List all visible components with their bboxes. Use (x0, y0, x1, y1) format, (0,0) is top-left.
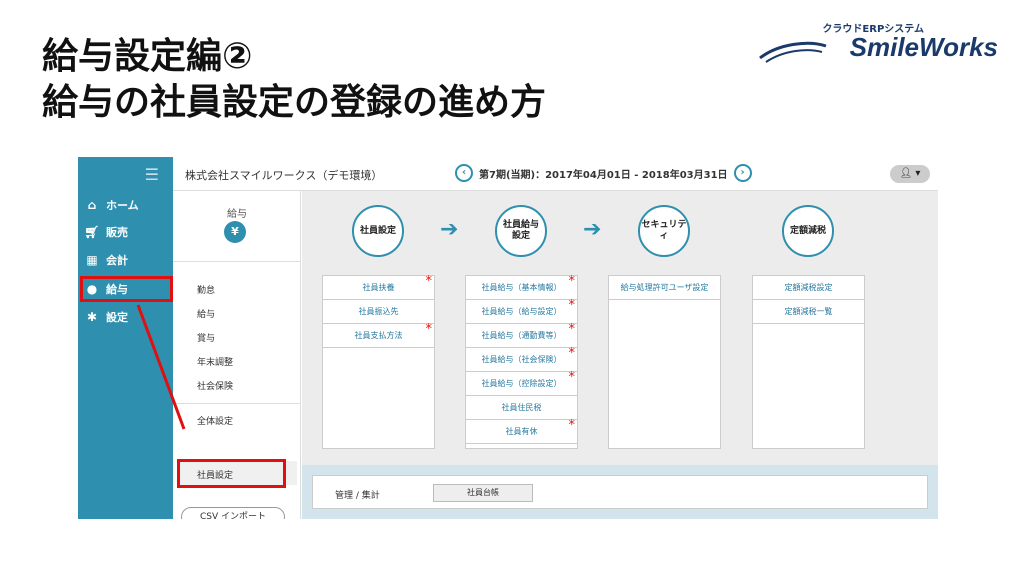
required-mark: * (568, 298, 576, 313)
cell-label: 社員給与（控除設定） (481, 379, 562, 388)
link-employee-bank[interactable]: 社員振込先 (323, 300, 434, 324)
step-employee-salary-settings: 社員給与 設定 (495, 205, 547, 257)
link-employee-payment-method[interactable]: 社員支払方法 * (323, 322, 434, 348)
management-panel: 管理 / 集計 社員台帳 (312, 475, 928, 509)
required-mark: * (568, 274, 576, 289)
subnav-item-attendance[interactable]: 勤怠 (197, 283, 215, 296)
column-employee-salary: 社員給与（基本情報） * 社員給与（給与設定） * 社員給与（通勤費等） * 社員給与… (465, 274, 578, 449)
topbar: 株式会社スマイルワークス（デモ環境） ‹ 第7期(当期)：2017年04月01日… (173, 157, 938, 191)
slide-title-line2: 給与の社員設定の登録の進め方 (42, 82, 547, 123)
link-payroll-permission-users[interactable]: 給与処理許可ユーザ設定 (609, 276, 720, 300)
gear-icon: ✱ (86, 310, 98, 324)
subnav-item-salary[interactable]: 給与 (197, 307, 215, 320)
period-label: 第7期(当期)：2017年04月01日 - 2018年03月31日 (479, 169, 728, 181)
step-fixed-tax-reduction: 定額減税 (782, 205, 834, 257)
home-icon: ⌂ (87, 198, 97, 212)
subnav-title: 給与 (227, 209, 247, 220)
arrow-right-icon: ➔ (583, 217, 602, 242)
employee-ledger-button[interactable]: 社員台帳 (433, 484, 533, 502)
sidebar-item-accounting[interactable]: ▦ 会計 (84, 250, 128, 270)
cell-label: 社員給与（通勤費等） (481, 331, 562, 340)
sidebar-item-home[interactable]: ⌂ ホーム (84, 195, 139, 215)
link-salary-deductions[interactable]: 社員給与（控除設定） * (466, 370, 577, 396)
prev-period-icon[interactable]: ‹ (455, 164, 473, 182)
csv-import-button[interactable]: CSV インポート (181, 507, 285, 519)
logo-swoosh-icon (759, 41, 827, 63)
cell-label: 社員給与（社会保険） (481, 355, 562, 364)
cell-label: 給与処理許可ユーザ設定 (620, 283, 709, 292)
required-mark: * (568, 370, 576, 385)
cell-label: 社員住民税 (501, 403, 542, 412)
column-employee-settings: 社員扶養 * 社員振込先 社員支払方法 * (322, 274, 435, 449)
cell-label: 定額減税一覧 (784, 307, 833, 316)
required-mark: * (425, 274, 433, 289)
management-label: 管理 / 集計 (335, 491, 380, 501)
link-resident-tax[interactable]: 社員住民税 (466, 396, 577, 420)
link-salary-commute[interactable]: 社員給与（通勤費等） * (466, 322, 577, 348)
slide-title: 給与設定編② 給与の社員設定の登録の進め方 (42, 34, 546, 126)
sidebar-item-label: 設定 (106, 311, 128, 324)
cell-label: 社員振込先 (358, 307, 399, 316)
cell-label: 定額減税設定 (784, 283, 833, 292)
link-salary-settings[interactable]: 社員給与（給与設定） * (466, 298, 577, 324)
required-mark: * (568, 418, 576, 433)
user-menu-button[interactable]: 👤︎ ▾ (890, 165, 930, 183)
cell-label: 社員支払方法 (354, 331, 403, 340)
menu-icon[interactable]: ☰ (145, 165, 159, 184)
divider (173, 403, 301, 404)
sidebar-item-settings[interactable]: ✱ 設定 (84, 307, 128, 327)
column-security: 給与処理許可ユーザ設定 (608, 275, 721, 449)
subnav-item-year-end[interactable]: 年末調整 (197, 355, 233, 368)
column-fixed-tax-reduction: 定額減税設定 定額減税一覧 (752, 275, 865, 449)
cell-label: 社員給与（給与設定） (481, 307, 562, 316)
yen-bag-icon: ¥ (224, 221, 246, 243)
app-window: ☰ ⌂ ホーム 🛒︎ 販売 ▦ 会計 ● 給与 ✱ 設定 株式会社スマイルワーク… (78, 157, 938, 519)
step-security: セキュリティ (638, 205, 690, 257)
company-name: 株式会社スマイルワークス（デモ環境） (185, 169, 383, 182)
sidebar: ☰ ⌂ ホーム 🛒︎ 販売 ▦ 会計 ● 給与 ✱ 設定 (78, 157, 173, 519)
subnav-item-bonus[interactable]: 賞与 (197, 331, 215, 344)
slide-title-line1: 給与設定編② (42, 36, 253, 77)
required-mark: * (425, 322, 433, 337)
period-selector: ‹ 第7期(当期)：2017年04月01日 - 2018年03月31日 › (455, 164, 752, 182)
required-mark: * (568, 322, 576, 337)
subnav-item-general-settings[interactable]: 全体設定 (197, 414, 233, 427)
cell-label: 社員給与（基本情報） (481, 283, 562, 292)
next-period-icon[interactable]: › (733, 164, 752, 182)
sidebar-item-label: ホーム (106, 199, 139, 212)
required-mark: * (568, 346, 576, 361)
step-employee-settings: 社員設定 (352, 205, 404, 257)
link-fixed-tax-settings[interactable]: 定額減税設定 (753, 276, 864, 300)
workflow-area: 社員設定 ➔ 社員給与 設定 ➔ セキュリティ 定額減税 社員扶養 * 社員振込先… (302, 191, 938, 465)
link-salary-basic[interactable]: 社員給与（基本情報） * (466, 274, 577, 300)
link-employee-dependents[interactable]: 社員扶養 * (323, 274, 434, 300)
logo-name: SmileWorks (849, 32, 998, 62)
payroll-subnav: 給与 ¥ 勤怠 給与 賞与 年末調整 社会保険 全体設定 社員設定 CSV イン… (173, 191, 301, 519)
management-band: 管理 / 集計 社員台帳 (302, 465, 938, 519)
calculator-icon: ▦ (86, 253, 98, 267)
payroll-highlight-box (80, 276, 173, 302)
link-fixed-tax-list[interactable]: 定額減税一覧 (753, 300, 864, 324)
sidebar-item-sales[interactable]: 🛒︎ 販売 (84, 222, 128, 242)
sidebar-item-label: 会計 (106, 254, 128, 267)
employee-settings-highlight-box (177, 459, 286, 488)
smileworks-logo: クラウドERPシステム SmileWorks (758, 20, 998, 70)
link-paid-leave[interactable]: 社員有休 * (466, 418, 577, 444)
subnav-item-social-insurance[interactable]: 社会保険 (197, 379, 233, 392)
cell-label: 社員扶養 (362, 283, 395, 292)
arrow-right-icon: ➔ (440, 217, 459, 242)
divider (173, 261, 301, 262)
cart-icon: 🛒︎ (84, 225, 100, 239)
cell-label: 社員有休 (505, 427, 538, 436)
sidebar-item-label: 販売 (106, 226, 128, 239)
link-salary-social-insurance[interactable]: 社員給与（社会保険） * (466, 346, 577, 372)
user-icon: 👤︎ ▾ (899, 168, 921, 179)
